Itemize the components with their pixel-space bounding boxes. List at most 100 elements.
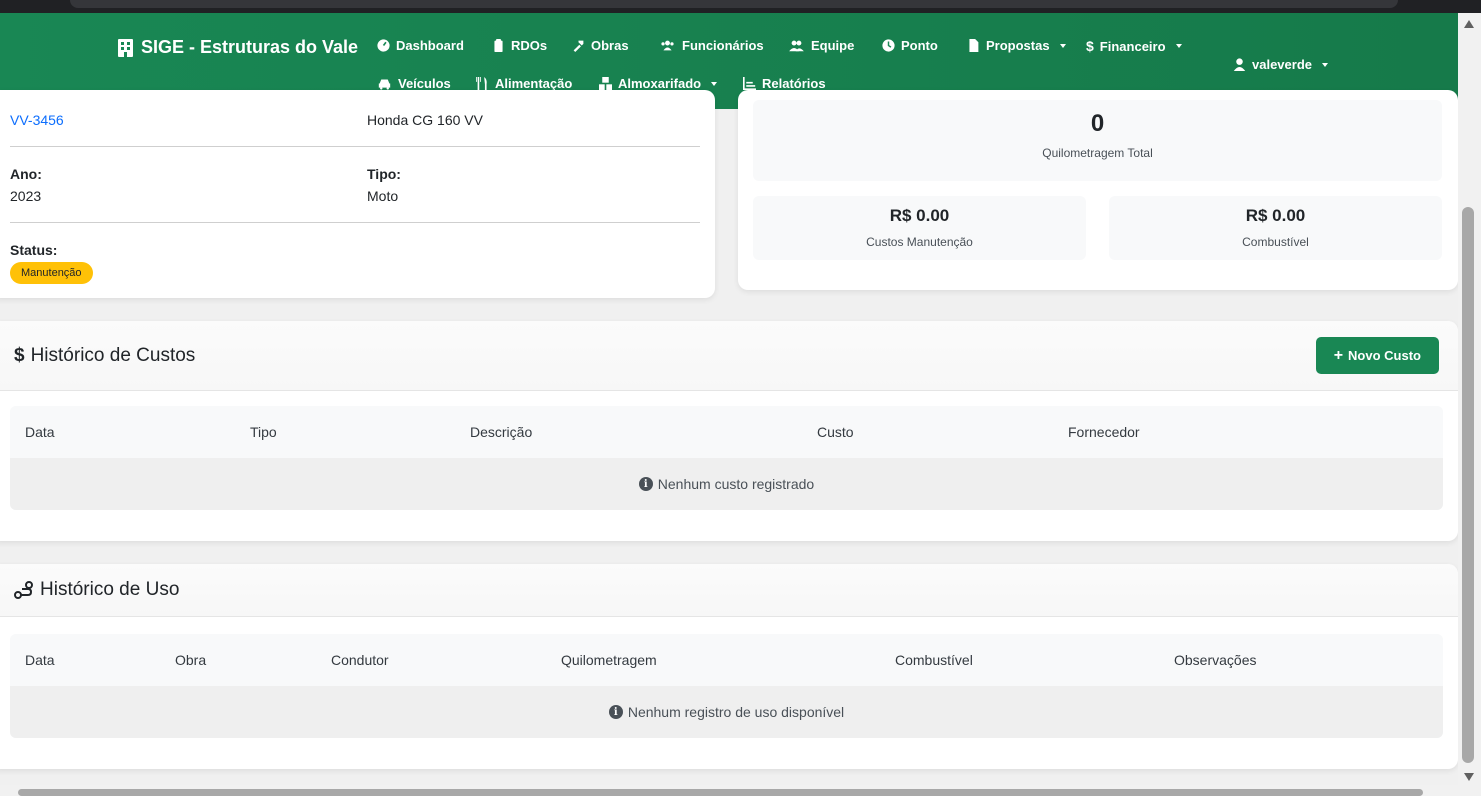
chevron-down-icon (1175, 44, 1182, 48)
vertical-scroll-thumb[interactable] (1462, 207, 1474, 763)
column-header: Data (25, 652, 55, 668)
fuel-cost-label: Combustível (1242, 235, 1309, 249)
maintenance-cost-value: R$ 0.00 (889, 206, 950, 225)
fuel-cost-box: R$ 0.00 Combustível (1109, 196, 1442, 260)
cost-history-title: Histórico de Custos (30, 344, 196, 366)
usage-history-title: Histórico de Uso (40, 579, 180, 600)
address-bar[interactable] (70, 0, 1398, 8)
users-icon (661, 40, 674, 51)
cost-history-header: $ Histórico de Custos (0, 321, 1458, 391)
nav-relatorios[interactable]: Relatórios (743, 76, 826, 91)
scroll-down-arrow-icon[interactable] (1464, 773, 1474, 781)
file-icon (969, 39, 979, 52)
nav-alimentacao[interactable]: Alimentação (476, 76, 572, 91)
nav-veiculos[interactable]: Veículos (377, 76, 451, 91)
utensils-icon (476, 77, 487, 90)
browser-toolbar (0, 0, 1481, 13)
nav-obras[interactable]: Obras (572, 38, 629, 53)
vehicle-info-card: VV-3456 Honda CG 160 VV Ano: 2023 Tipo: … (0, 90, 715, 298)
year-value: 2023 (10, 188, 42, 204)
nav-funcionarios-label: Funcionários (682, 38, 764, 53)
nav-ponto[interactable]: Ponto (882, 38, 938, 53)
km-total-box: 0 Quilometragem Total (753, 100, 1442, 181)
route-icon (14, 581, 33, 599)
boxes-icon (599, 77, 612, 90)
new-cost-label: Novo Custo (1348, 348, 1421, 363)
user-group-icon (789, 40, 804, 52)
fuel-cost-value: R$ 0.00 (1245, 206, 1306, 225)
nav-propostas-label: Propostas (986, 38, 1050, 53)
new-cost-button[interactable]: + Novo Custo (1315, 337, 1439, 374)
column-header: Fornecedor (1068, 424, 1140, 440)
usage-history-header: Histórico de Uso (0, 564, 1458, 617)
nav-alimentacao-label: Alimentação (495, 76, 573, 91)
column-header: Combustível (895, 652, 973, 668)
nav-equipe[interactable]: Equipe (788, 38, 854, 53)
column-header: Quilometragem (561, 652, 657, 668)
chevron-down-icon (1322, 62, 1328, 67)
nav-financeiro-label: Financeiro (1099, 38, 1166, 54)
column-header: Custo (817, 424, 854, 440)
nav-rdos[interactable]: RDOs (492, 38, 547, 53)
chevron-down-icon (1059, 43, 1066, 48)
usage-history-card: Histórico de Uso Data Obra Condutor Quil… (0, 564, 1458, 769)
info-icon: i (608, 705, 623, 719)
nav-obras-label: Obras (591, 38, 629, 53)
column-header: Data (25, 424, 55, 440)
brand[interactable]: SIGE - Estruturas do Vale (118, 37, 358, 58)
usage-history-table: Data Obra Condutor Quilometragem Combust… (10, 634, 1443, 738)
nav-rdos-label: RDOs (511, 38, 548, 53)
nav-financeiro[interactable]: $ Financeiro (1086, 38, 1182, 54)
brand-label: SIGE - Estruturas do Vale (141, 37, 359, 57)
vehicle-plate-link[interactable]: VV-3456 (10, 112, 64, 130)
dollar-icon: $ (14, 344, 25, 366)
nav-dashboard[interactable]: Dashboard (377, 38, 464, 53)
table-header: Data Tipo Descrição Custo Fornecedor (10, 406, 1443, 458)
nav-almoxarifado-label: Almoxarifado (618, 76, 702, 91)
divider (10, 222, 700, 223)
nav-almoxarifado[interactable]: Almoxarifado (599, 76, 718, 91)
column-header: Descrição (470, 424, 533, 440)
scroll-up-arrow-icon[interactable] (1464, 20, 1474, 28)
nav-equipe-label: Equipe (811, 38, 855, 53)
clock-icon (882, 39, 895, 52)
empty-row: i Nenhum custo registrado (10, 458, 1443, 510)
plus-icon: + (1333, 346, 1344, 364)
user-menu[interactable]: valeverde (1233, 57, 1328, 72)
nav-relatorios-label: Relatórios (762, 76, 826, 91)
hammer-icon (573, 40, 584, 52)
status-badge: Manutenção (10, 262, 93, 284)
cost-history-table: Data Tipo Descrição Custo Fornecedor i N… (10, 406, 1443, 510)
column-header: Condutor (331, 652, 389, 668)
car-icon (378, 79, 391, 90)
horizontal-scroll-thumb[interactable] (18, 789, 1423, 796)
vehicle-plate: VV-3456 (10, 112, 64, 128)
cost-history-card: $ Histórico de Custos + Novo Custo Data … (0, 321, 1458, 541)
km-total-label: Quilometragem Total (1042, 146, 1153, 160)
dollar-icon: $ (1086, 38, 1094, 54)
gauge-icon (377, 39, 390, 52)
clipboard-icon (494, 39, 503, 52)
type-value: Moto (367, 188, 399, 204)
nav-veiculos-label: Veículos (398, 76, 451, 91)
status-label: Status: (10, 242, 58, 258)
maintenance-cost-label: Custos Manutenção (866, 235, 973, 249)
km-total-value: 0 (1090, 110, 1105, 137)
year-label: Ano: (10, 166, 42, 182)
empty-message: Nenhum custo registrado (657, 476, 815, 492)
building-icon (118, 38, 133, 57)
maintenance-cost-box: R$ 0.00 Custos Manutenção (753, 196, 1086, 260)
info-icon: i (638, 477, 653, 491)
chart-line-icon (743, 77, 756, 90)
nav-propostas[interactable]: Propostas (967, 38, 1066, 53)
vehicle-stats-card: 0 Quilometragem Total R$ 0.00 Custos Man… (738, 90, 1458, 290)
vehicle-model: Honda CG 160 VV (367, 112, 483, 128)
divider (10, 146, 700, 147)
column-header: Obra (175, 652, 207, 668)
empty-row: i Nenhum registro de uso disponível (10, 686, 1443, 738)
table-header: Data Obra Condutor Quilometragem Combust… (10, 634, 1443, 686)
column-header: Tipo (250, 424, 277, 440)
nav-funcionarios[interactable]: Funcionários (659, 38, 764, 53)
type-label: Tipo: (367, 166, 401, 182)
empty-message: Nenhum registro de uso disponível (627, 704, 845, 720)
